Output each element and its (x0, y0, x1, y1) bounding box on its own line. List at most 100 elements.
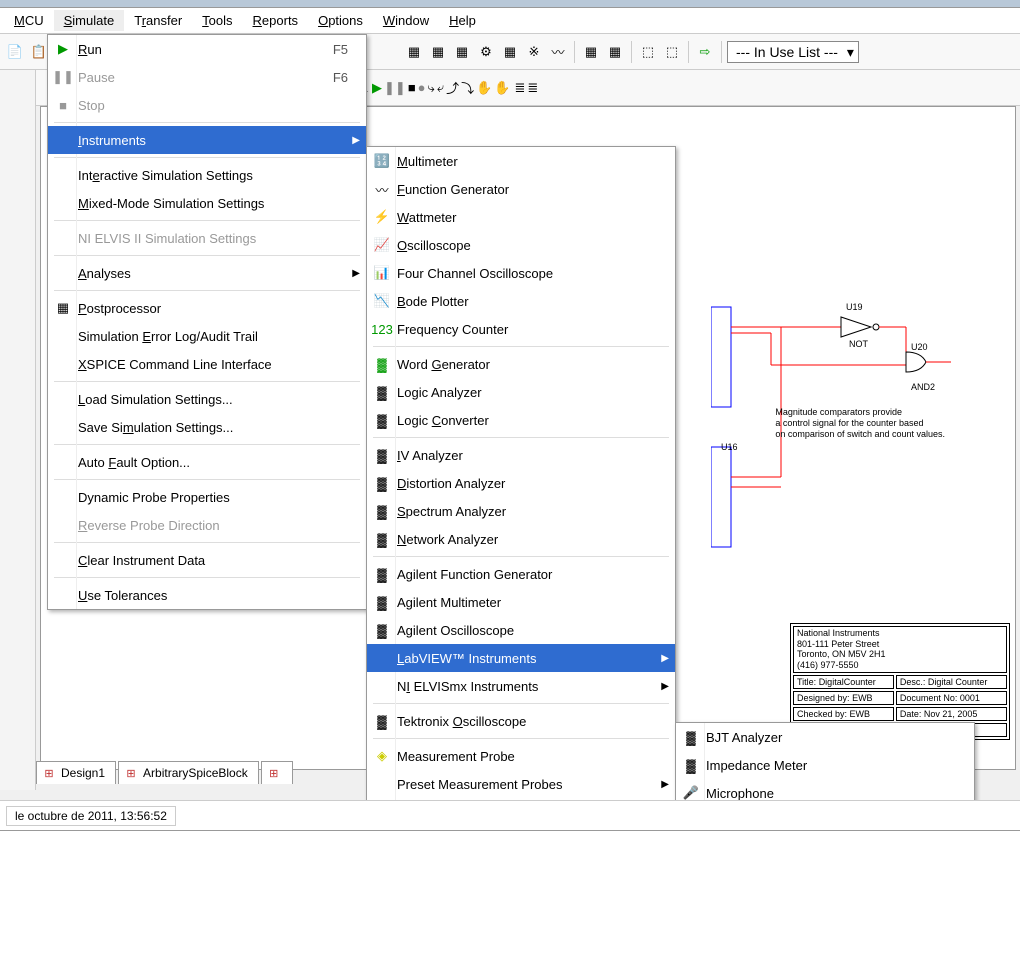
network-icon: ▓ (367, 525, 397, 553)
menu-clear-data[interactable]: Clear Instrument Data (48, 546, 366, 574)
tab-more[interactable]: ⊞ (261, 761, 293, 784)
toolbar-btn[interactable]: ≣ (527, 80, 538, 96)
toolbar-btn[interactable]: ▦ (451, 41, 473, 63)
menu-ni-elvismx[interactable]: NI ELVISmx Instruments▶ (367, 672, 675, 700)
freqcounter-icon: 123 (367, 315, 397, 343)
menu-analyses[interactable]: Analyses▶ (48, 259, 366, 287)
menu-simulate[interactable]: Simulate (54, 10, 125, 31)
menu-agilent-funcgen[interactable]: ▓Agilent Function Generator (367, 560, 675, 588)
toolbar-btn[interactable]: ⇨ (694, 41, 716, 63)
menu-run[interactable]: ▶ RunF5 (48, 35, 366, 63)
play-icon: ▶ (48, 35, 78, 63)
postprocessor-icon: ▦ (48, 294, 78, 322)
menu-tektronix-osc[interactable]: ▓Tektronix Oscilloscope (367, 707, 675, 735)
stop-icon[interactable]: ■ (408, 80, 416, 95)
menu-tools[interactable]: Tools (192, 10, 242, 31)
menu-network-analyzer[interactable]: ▓Network Analyzer (367, 525, 675, 553)
tab-design1[interactable]: ⊞Design1 (36, 761, 116, 784)
menu-frequency-counter[interactable]: 123Frequency Counter (367, 315, 675, 343)
menu-reverse-probe: Reverse Probe Direction (48, 511, 366, 539)
toolbar-btn[interactable]: ▦ (604, 41, 626, 63)
menu-distortion-analyzer[interactable]: ▓Distortion Analyzer (367, 469, 675, 497)
in-use-list-select[interactable]: --- In Use List --- (727, 41, 859, 63)
multimeter-icon: 🔢 (367, 147, 397, 175)
menu-labview-instruments[interactable]: LabVIEW™ Instruments▶ (367, 644, 675, 672)
toolbar-btn[interactable]: ≣ (515, 80, 526, 96)
component-label: U20 (911, 342, 928, 352)
step-icon[interactable]: ⤷ (428, 80, 435, 96)
component-palette[interactable] (0, 70, 36, 790)
menu-agilent-oscilloscope[interactable]: ▓Agilent Oscilloscope (367, 616, 675, 644)
hand-icon[interactable]: ✋ (494, 80, 510, 96)
menu-stop[interactable]: ■ Stop (48, 91, 366, 119)
toolbar-btn[interactable]: 📄 (4, 41, 26, 63)
menu-dynamic-probe[interactable]: Dynamic Probe Properties (48, 483, 366, 511)
menu-interactive-settings[interactable]: Interactive Simulation Settings (48, 161, 366, 189)
toolbar-btn[interactable]: ▦ (427, 41, 449, 63)
menu-impedance-meter[interactable]: ▓Impedance Meter (676, 751, 974, 779)
menu-help[interactable]: Help (439, 10, 486, 31)
bottom-panel (0, 830, 1020, 970)
menu-save-settings[interactable]: Save Simulation Settings... (48, 413, 366, 441)
schematic-tab-icon: ⊞ (41, 765, 57, 781)
toolbar-btn[interactable]: ▦ (580, 41, 602, 63)
menu-window[interactable]: Window (373, 10, 439, 31)
pause-icon[interactable]: ❚❚ (384, 80, 406, 96)
menu-oscilloscope[interactable]: 📈Oscilloscope (367, 231, 675, 259)
menu-agilent-multimeter[interactable]: ▓Agilent Multimeter (367, 588, 675, 616)
toolbar-btn[interactable]: ※ (523, 41, 545, 63)
toolbar-btn[interactable]: ⚙ (475, 41, 497, 63)
wattmeter-icon: ⚡ (367, 203, 397, 231)
toolbar-btn[interactable]: ▦ (403, 41, 425, 63)
menu-multimeter[interactable]: 🔢Multimeter (367, 147, 675, 175)
toolbar-btn[interactable]: ⬚ (661, 41, 683, 63)
step-icon[interactable]: ⤶ (437, 80, 444, 96)
menu-reports[interactable]: Reports (243, 10, 309, 31)
run-icon[interactable]: ▶ (372, 80, 382, 96)
menu-xspice[interactable]: XSPICE Command Line Interface (48, 350, 366, 378)
menu-logic-analyzer[interactable]: ▓Logic Analyzer (367, 378, 675, 406)
schematic-tab-icon: ⊞ (266, 765, 282, 781)
record-icon[interactable]: ● (418, 80, 426, 95)
spectrum-icon: ▓ (367, 497, 397, 525)
agilent-icon: ▓ (367, 588, 397, 616)
menu-instruments[interactable]: Instruments▶ (48, 126, 366, 154)
menu-use-tolerances[interactable]: Use Tolerances (48, 581, 366, 609)
tab-arbspice[interactable]: ⊞ArbitrarySpiceBlock (118, 761, 259, 784)
menu-preset-probes[interactable]: Preset Measurement Probes▶ (367, 770, 675, 798)
menu-bjt-analyzer[interactable]: ▓BJT Analyzer (676, 723, 974, 751)
bjt-icon: ▓ (676, 723, 706, 751)
schematic-note: Magnitude comparators provide a control … (775, 407, 945, 439)
menu-error-log[interactable]: Simulation Error Log/Audit Trail (48, 322, 366, 350)
logicconv-icon: ▓ (367, 406, 397, 434)
step-icon[interactable]: ⤵ (461, 78, 474, 97)
menu-iv-analyzer[interactable]: ▓IV Analyzer (367, 441, 675, 469)
menu-options[interactable]: Options (308, 10, 373, 31)
menu-spectrum-analyzer[interactable]: ▓Spectrum Analyzer (367, 497, 675, 525)
menu-logic-converter[interactable]: ▓Logic Converter (367, 406, 675, 434)
wordgen-icon: ▓ (367, 350, 397, 378)
hand-icon[interactable]: ✋ (476, 80, 492, 96)
menu-word-generator[interactable]: ▓Word Generator (367, 350, 675, 378)
menu-pause[interactable]: ❚❚ PauseF6 (48, 63, 366, 91)
menu-load-settings[interactable]: Load Simulation Settings... (48, 385, 366, 413)
menu-function-generator[interactable]: 〰Function Generator (367, 175, 675, 203)
menu-measurement-probe[interactable]: ◈Measurement Probe (367, 742, 675, 770)
menu-auto-fault[interactable]: Auto Fault Option... (48, 448, 366, 476)
menu-mcu[interactable]: MCU (4, 10, 54, 31)
status-timestamp: le octubre de 2011, 13:56:52 (6, 806, 176, 826)
step-icon[interactable]: ⤴ (446, 78, 459, 97)
menu-bode-plotter[interactable]: 📉Bode Plotter (367, 287, 675, 315)
menu-transfer[interactable]: Transfer (124, 10, 192, 31)
toolbar-btn[interactable]: 〰 (547, 41, 569, 63)
agilent-icon: ▓ (367, 616, 397, 644)
toolbar-btn[interactable]: ⬚ (637, 41, 659, 63)
menu-elvis-settings: NI ELVIS II Simulation Settings (48, 224, 366, 252)
toolbar-btn[interactable]: ▦ (499, 41, 521, 63)
menu-wattmeter[interactable]: ⚡Wattmeter (367, 203, 675, 231)
menu-four-channel-osc[interactable]: 📊Four Channel Oscilloscope (367, 259, 675, 287)
menu-postprocessor[interactable]: ▦ Postprocessor (48, 294, 366, 322)
stop-icon: ■ (48, 91, 78, 119)
menu-mixed-mode[interactable]: Mixed-Mode Simulation Settings (48, 189, 366, 217)
component-label: AND2 (911, 382, 935, 392)
